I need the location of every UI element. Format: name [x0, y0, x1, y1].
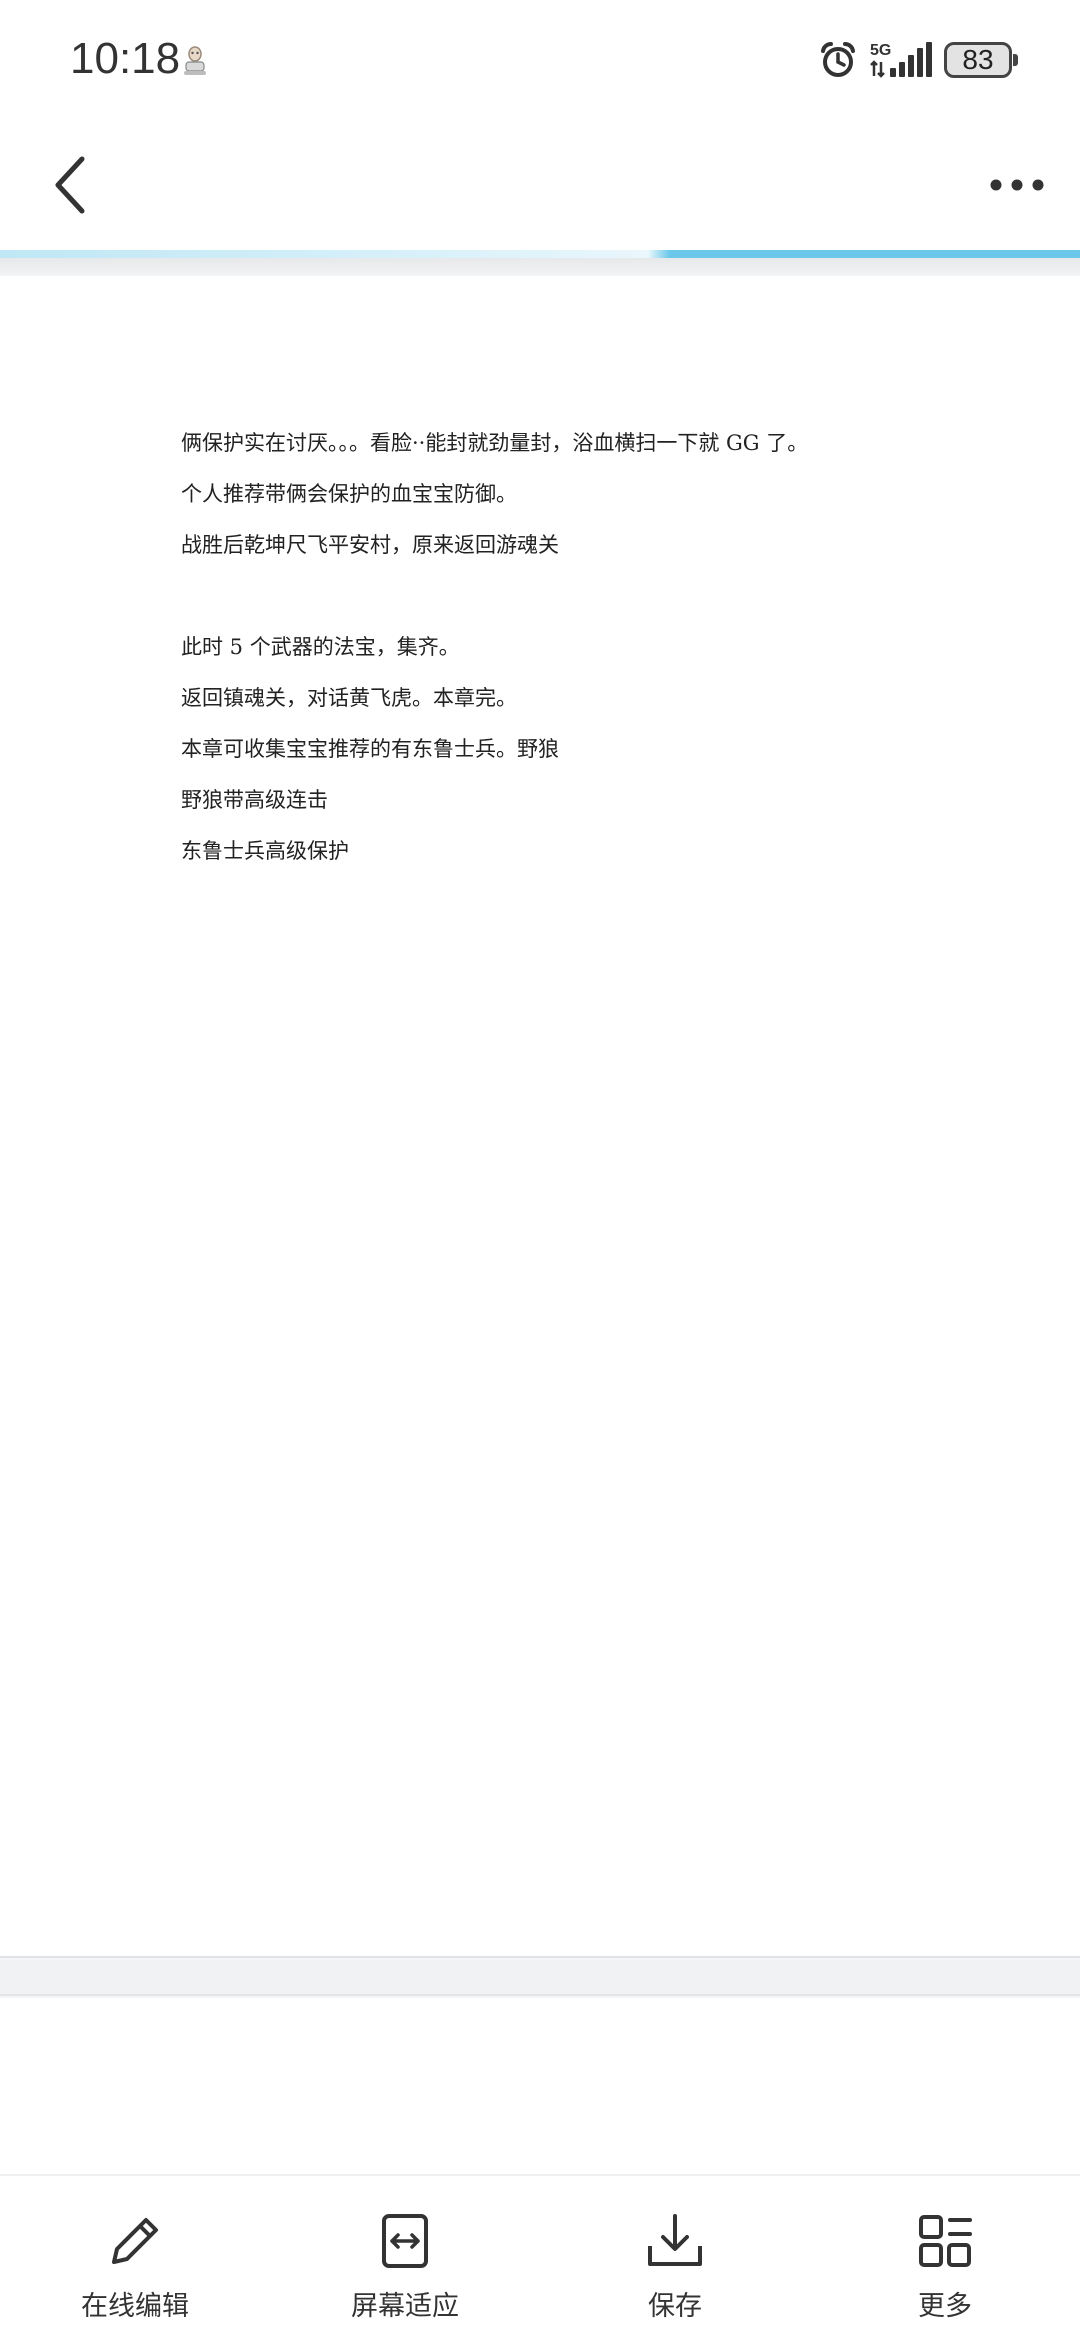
grid-more-icon: [919, 2215, 972, 2267]
status-time: 10:18: [70, 34, 181, 83]
back-button[interactable]: [30, 145, 110, 225]
fit-screen-icon: [382, 2214, 428, 2268]
alarm-icon: [821, 41, 855, 77]
status-bar: 10:18 5G 83: [0, 0, 1080, 115]
status-indicators: 5G 83: [818, 38, 1018, 82]
battery-indicator: 83: [944, 42, 1018, 78]
load-progress-bar: [0, 250, 1080, 258]
signal-5g-icon: 5G: [870, 42, 932, 78]
more-dots-icon: [990, 179, 1044, 191]
page-separator: [0, 1960, 1080, 1996]
network-type: 5G: [870, 42, 891, 59]
doc-line: 返回镇魂关，对话黄飞虎。本章完。: [181, 686, 517, 710]
doc-line: 东鲁士兵高级保护: [181, 839, 349, 863]
chevron-left-icon: [55, 156, 85, 214]
document-text: 俩保护实在讨厌。。。看脸··能封就劲量封，浴血横扫一下就 GG 了。 个人推荐带…: [181, 418, 981, 877]
next-page-area[interactable]: [0, 1998, 1080, 2174]
doc-line: 本章可收集宝宝推荐的有东鲁士兵。野狼: [181, 737, 559, 761]
online-edit-button[interactable]: 在线编辑: [0, 2176, 270, 2340]
doc-line: 个人推荐带俩会保护的血宝宝防御。: [181, 482, 517, 506]
doc-line: 野狼带高级连击: [181, 788, 328, 812]
download-icon: [648, 2214, 702, 2266]
pencil-icon: [112, 2218, 158, 2264]
doc-line: 此时 5 个武器的法宝，集齐。: [181, 635, 460, 659]
more-options-button[interactable]: [972, 145, 1062, 225]
battery-level: 83: [962, 44, 994, 75]
more-label: 更多: [918, 2291, 972, 2322]
doc-line-blank: [181, 571, 981, 622]
online-edit-label: 在线编辑: [81, 2291, 189, 2322]
doc-line: 俩保护实在讨厌。。。看脸··能封就劲量封，浴血横扫一下就 GG 了。: [181, 431, 809, 455]
toolbar-shadow: [0, 258, 1080, 278]
doc-line: 战胜后乾坤尺飞平安村，原来返回游魂关: [181, 533, 559, 557]
notification-app-icon: [184, 46, 206, 75]
bottom-action-bar: 在线编辑 屏幕适应 保存 更多: [0, 2174, 1080, 2340]
fit-screen-button[interactable]: 屏幕适应: [270, 2176, 540, 2340]
save-label: 保存: [648, 2291, 702, 2322]
save-button[interactable]: 保存: [540, 2176, 810, 2340]
document-page[interactable]: 俩保护实在讨厌。。。看脸··能封就劲量封，浴血横扫一下就 GG 了。 个人推荐带…: [0, 276, 1080, 1958]
fit-screen-label: 屏幕适应: [351, 2291, 459, 2322]
more-button[interactable]: 更多: [810, 2176, 1080, 2340]
top-toolbar: [0, 115, 1080, 250]
